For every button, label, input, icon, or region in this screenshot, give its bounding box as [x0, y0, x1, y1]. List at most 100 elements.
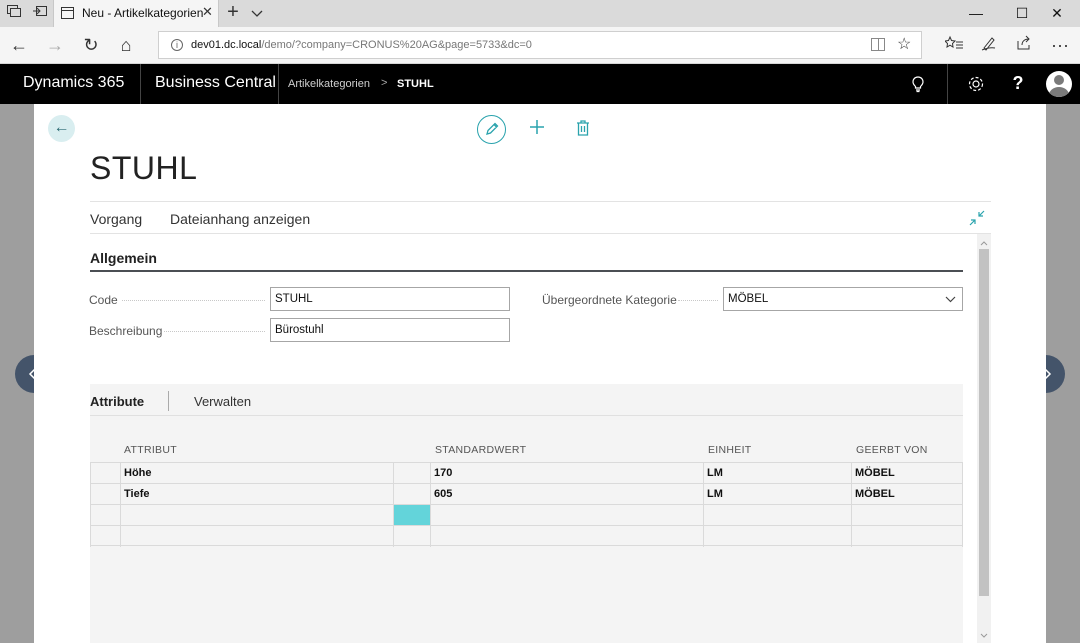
brand-dynamics-365[interactable]: Dynamics 365 [23, 74, 124, 92]
set-aside-icon[interactable] [30, 4, 50, 22]
action-show-attachment[interactable]: Dateianhang anzeigen [170, 211, 310, 227]
reading-view-icon[interactable] [871, 38, 885, 51]
header-divider [278, 64, 279, 104]
attributes-part: Attribute Verwalten ATTRIBUT STANDARDWER… [90, 384, 963, 643]
inherited-cell[interactable] [852, 505, 963, 526]
table-row[interactable] [90, 525, 963, 547]
breadcrumb-artikelkategorien[interactable]: Artikelkategorien [288, 78, 370, 90]
chevron-down-icon[interactable] [248, 4, 266, 22]
table-row[interactable]: Höhe 170 LM MÖBEL [90, 462, 963, 484]
value-drilldown-cell-active[interactable] [394, 505, 431, 526]
scrollbar[interactable] [977, 234, 991, 643]
attribute-cell[interactable] [121, 505, 394, 526]
pen-icon[interactable] [977, 34, 1001, 56]
unit-cell[interactable]: LM [704, 463, 852, 484]
value-drilldown-cell[interactable] [394, 526, 431, 547]
action-bar: Vorgang Dateianhang anzeigen [90, 201, 991, 234]
item-category-card: ← STUHL Vorgang Dateianhang anzeigen All… [34, 104, 1046, 643]
breadcrumb-separator: > [381, 77, 388, 89]
table-row[interactable] [90, 504, 963, 526]
tab-verwalten[interactable]: Verwalten [194, 394, 251, 409]
attribute-cell[interactable]: Tiefe [121, 484, 394, 505]
tab-preview-icon[interactable] [4, 4, 24, 22]
code-label: Code [89, 293, 118, 307]
value-drilldown-cell[interactable] [394, 484, 431, 505]
url-host: dev01.dc.local [191, 39, 262, 51]
parent-category-value: MÖBEL [728, 293, 769, 305]
description-field[interactable]: Bürostuhl [270, 318, 510, 342]
description-label: Beschreibung [89, 324, 163, 338]
value-cell[interactable]: 605 [431, 484, 704, 505]
row-selector[interactable] [90, 463, 121, 484]
collapse-icon[interactable] [969, 210, 985, 226]
page-title: STUHL [90, 150, 198, 186]
row-selector[interactable] [90, 484, 121, 505]
address-bar[interactable]: i dev01.dc.local/demo/?company=CRONUS%20… [158, 31, 922, 59]
value-cell[interactable] [431, 526, 704, 547]
unit-cell[interactable] [704, 526, 852, 547]
section-title-allgemein[interactable]: Allgemein [90, 250, 157, 266]
new-button[interactable] [527, 117, 547, 137]
value-cell[interactable] [431, 505, 704, 526]
browser-tab-title: Neu - Artikelkategorien [82, 6, 204, 20]
browser-tab-active[interactable]: Neu - Artikelkategorien ✕ [53, 0, 219, 27]
bc-header: Dynamics 365 Business Central Artikelkat… [0, 64, 1080, 104]
settings-icon[interactable] [967, 75, 985, 93]
url-path: /demo/?company=CRONUS%20AG&page=5733&dc=… [261, 39, 532, 51]
delete-button[interactable] [574, 118, 592, 138]
parent-category-label: Übergeordnete Kategorie [542, 293, 677, 307]
edit-button[interactable] [477, 115, 506, 144]
favorites-hub-icon[interactable] [942, 34, 966, 56]
unit-cell[interactable] [704, 505, 852, 526]
row-selector[interactable] [90, 526, 121, 547]
code-field[interactable]: STUHL [270, 287, 510, 311]
tab-divider [168, 391, 169, 411]
unit-cell[interactable]: LM [704, 484, 852, 505]
column-header-standardwert[interactable]: STANDARDWERT [435, 444, 526, 456]
url-text[interactable]: dev01.dc.local/demo/?company=CRONUS%20AG… [191, 39, 532, 51]
more-icon[interactable]: ··· [1048, 34, 1072, 56]
plus-icon [530, 120, 544, 134]
action-vorgang[interactable]: Vorgang [90, 211, 142, 227]
refresh-icon[interactable]: ↻ [79, 34, 103, 56]
pencil-icon [486, 122, 499, 135]
new-tab-button[interactable]: + [224, 1, 242, 24]
tab-attribute[interactable]: Attribute [90, 394, 144, 409]
header-divider [947, 64, 948, 104]
tab-close-icon[interactable]: ✕ [202, 4, 213, 20]
home-icon[interactable]: ⌂ [114, 34, 138, 56]
share-icon[interactable] [1012, 34, 1036, 56]
inherited-cell[interactable]: MÖBEL [852, 484, 963, 505]
parent-category-select[interactable]: MÖBEL [723, 287, 963, 311]
field-leader [164, 331, 265, 332]
info-icon[interactable]: i [171, 39, 183, 51]
help-icon[interactable]: ? [1010, 73, 1026, 94]
value-drilldown-cell[interactable] [394, 463, 431, 484]
window-close-button[interactable]: ✕ [1034, 0, 1080, 27]
column-header-einheit[interactable]: EINHEIT [708, 444, 752, 456]
lightbulb-icon[interactable] [909, 75, 927, 93]
scroll-thumb[interactable] [979, 249, 989, 596]
back-button[interactable]: ← [48, 115, 75, 142]
back-arrow-icon[interactable]: ← [7, 34, 31, 56]
column-header-attribut[interactable]: ATTRIBUT [124, 444, 177, 456]
page-icon [61, 7, 74, 19]
attribute-cell[interactable] [121, 526, 394, 547]
inherited-cell[interactable]: MÖBEL [852, 463, 963, 484]
inherited-cell[interactable] [852, 526, 963, 547]
avatar[interactable] [1046, 71, 1072, 97]
header-divider [140, 64, 141, 104]
scroll-up-icon[interactable] [977, 236, 991, 248]
product-name[interactable]: Business Central [155, 74, 276, 92]
scroll-down-icon[interactable] [977, 629, 991, 641]
chevron-down-icon[interactable] [945, 294, 956, 304]
row-selector[interactable] [90, 505, 121, 526]
attribute-cell[interactable]: Höhe [121, 463, 394, 484]
favorite-star-icon[interactable]: ☆ [897, 34, 911, 54]
minimize-button[interactable]: — [953, 0, 999, 27]
forward-arrow-icon[interactable]: → [43, 34, 67, 56]
value-cell[interactable]: 170 [431, 463, 704, 484]
table-row[interactable]: Tiefe 605 LM MÖBEL [90, 483, 963, 505]
breadcrumb-current: STUHL [397, 78, 434, 90]
column-header-geerbt-von[interactable]: GEERBT VON [856, 444, 928, 456]
